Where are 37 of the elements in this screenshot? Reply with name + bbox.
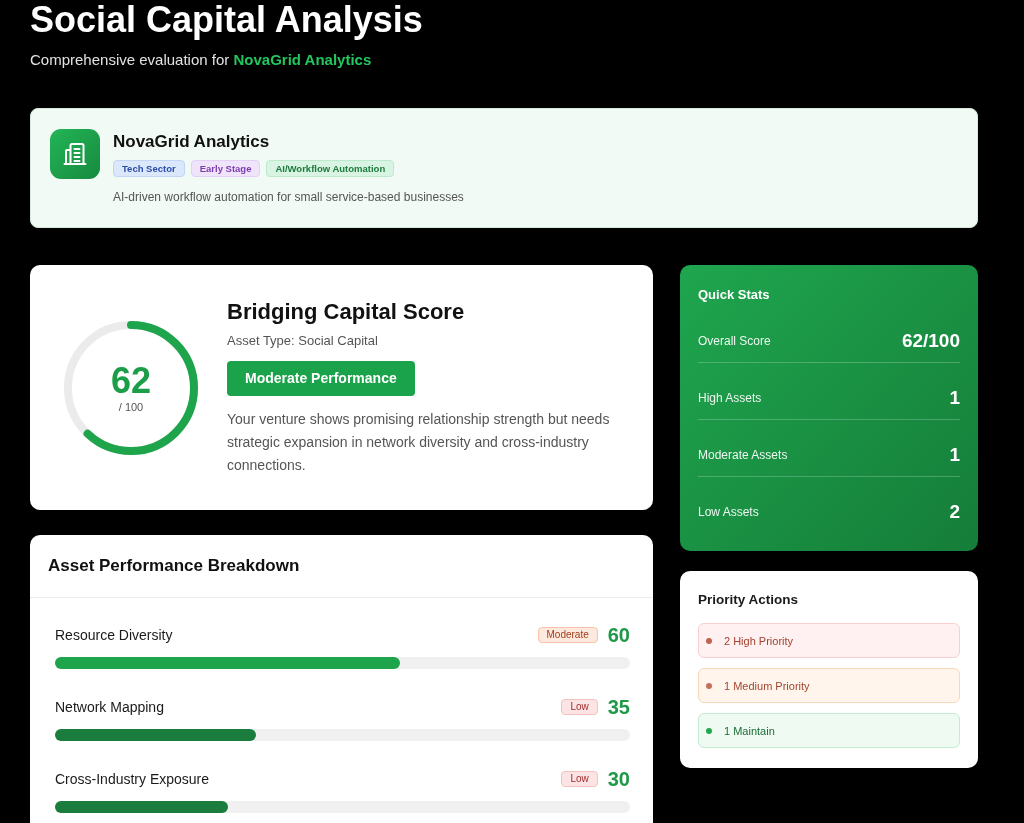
priority-actions-title: Priority Actions — [698, 591, 800, 609]
quick-stats-title: Quick Stats — [698, 286, 771, 304]
priority-label: 2 High Priority — [724, 633, 794, 648]
stat-label: High Assets — [698, 390, 762, 407]
breakdown-title: Asset Performance Breakdown — [48, 555, 300, 577]
score-title: Bridging Capital Score — [227, 298, 465, 326]
company-name: NovaGrid Analytics — [113, 131, 270, 153]
company-description: AI-driven workflow automation for small service-based businesses — [113, 189, 464, 205]
stat-value: 1 — [949, 387, 960, 409]
score-max: / 100 — [118, 399, 144, 414]
category-tag: Tech Sector — [113, 160, 185, 177]
category-tag: AI/Workflow Automation — [266, 160, 395, 177]
stat-value: 2 — [949, 501, 960, 523]
asset-score: 35 — [607, 696, 630, 718]
stat-value: 62/100 — [901, 330, 960, 352]
rating-badge: Low — [561, 699, 598, 715]
stat-label: Low Assets — [698, 504, 759, 521]
stat-value: 1 — [949, 444, 960, 466]
rating-badge: Low — [561, 771, 598, 787]
stat-label: Overall Score — [698, 333, 771, 350]
asset-score: 60 — [607, 624, 630, 646]
performance-rating-badge: Moderate Performance — [227, 361, 415, 396]
score-value: 62 — [110, 361, 151, 400]
priority-label: 1 Medium Priority — [724, 678, 810, 693]
building-icon — [50, 129, 100, 179]
asset-label: Resource Diversity — [55, 626, 173, 645]
asset-label: Network Mapping — [55, 698, 164, 717]
page-subtitle: Comprehensive evaluation for NovaGrid Analytics — [30, 50, 373, 70]
asset-type-label: Asset Type: Social Capital — [227, 332, 378, 350]
rating-badge: Moderate — [537, 627, 598, 643]
priority-label: 1 Maintain — [724, 723, 775, 738]
asset-score: 30 — [607, 768, 630, 790]
page-title: Social Capital Analysis — [30, 0, 424, 38]
score-description: Your venture shows promising relationship strength but needs strategic expansion in network diversity and cross-industry connections. — [227, 410, 611, 475]
asset-label: Cross-Industry Exposure — [55, 770, 210, 789]
category-tag: Early Stage — [190, 160, 261, 177]
stat-label: Moderate Assets — [698, 447, 788, 464]
